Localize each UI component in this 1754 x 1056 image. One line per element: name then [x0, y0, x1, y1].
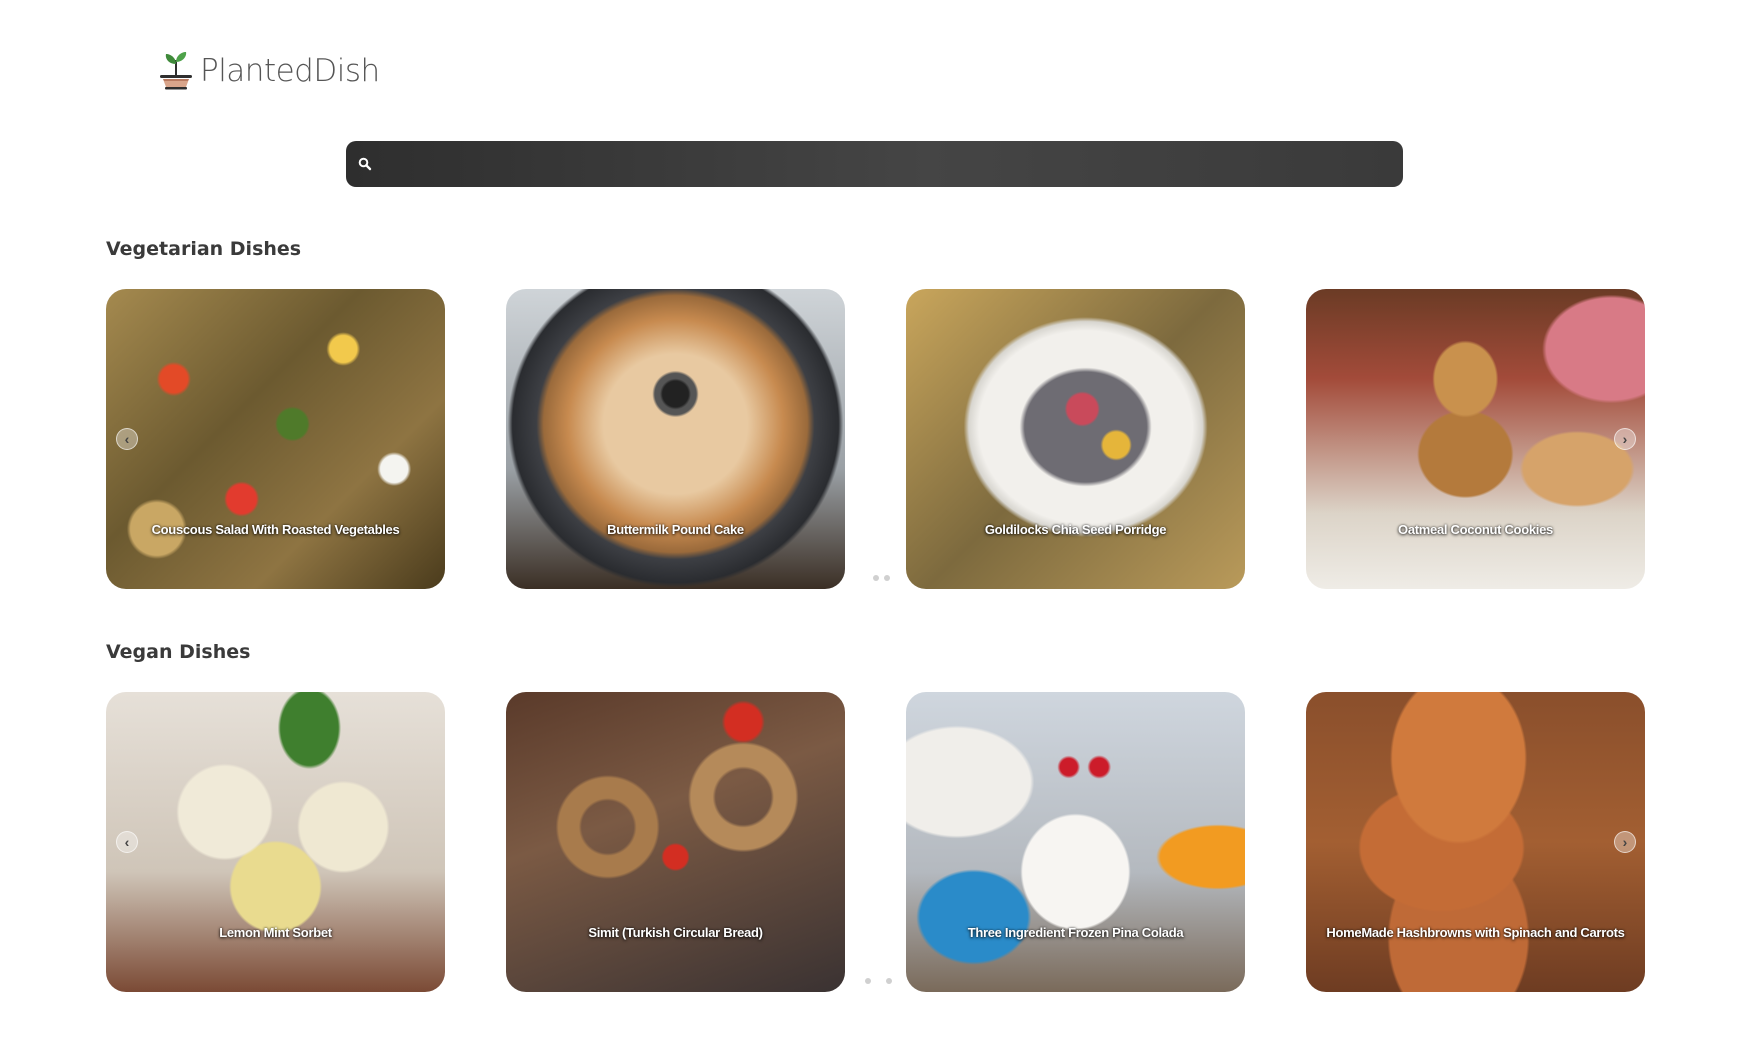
recipe-card[interactable]: Simit (Turkish Circular Bread)	[506, 692, 845, 992]
pagination-dot[interactable]	[873, 575, 879, 581]
recipe-card[interactable]: Couscous Salad With Roasted Vegetables	[106, 289, 445, 589]
recipe-card-title: Oatmeal Coconut Cookies	[1398, 522, 1553, 537]
chevron-left-icon: ‹	[124, 431, 130, 447]
pagination-dot[interactable]	[865, 978, 871, 984]
search-icon[interactable]	[358, 157, 372, 171]
carousel-next-button[interactable]: ›	[1614, 428, 1636, 450]
pagination-dot[interactable]	[884, 575, 890, 581]
plant-pot-icon	[160, 52, 192, 90]
recipe-card[interactable]: Lemon Mint Sorbet	[106, 692, 445, 992]
search-bar[interactable]	[346, 141, 1403, 187]
recipe-card[interactable]: Oatmeal Coconut Cookies	[1306, 289, 1645, 589]
recipe-card-title: Couscous Salad With Roasted Vegetables	[151, 522, 400, 537]
logo-text: PlantedDish	[200, 53, 380, 89]
carousel-next-button[interactable]: ›	[1614, 831, 1636, 853]
recipe-card[interactable]: HomeMade Hashbrowns with Spinach and Car…	[1306, 692, 1645, 992]
chevron-left-icon: ‹	[124, 834, 130, 850]
recipe-card[interactable]: Three Ingredient Frozen Pina Colada	[906, 692, 1245, 992]
carousel-vegan: Lemon Mint Sorbet Simit (Turkish Circula…	[106, 692, 1646, 992]
recipe-card[interactable]: Goldilocks Chia Seed Porridge	[906, 289, 1245, 589]
carousel-pagination	[865, 978, 892, 984]
recipe-card-title: Simit (Turkish Circular Bread)	[588, 925, 763, 940]
recipe-card-title: Lemon Mint Sorbet	[219, 925, 332, 940]
chevron-right-icon: ›	[1622, 431, 1628, 447]
carousel-vegetarian: Couscous Salad With Roasted Vegetables B…	[106, 289, 1646, 589]
section-title-vegan: Vegan Dishes	[106, 641, 251, 663]
recipe-card-title: HomeMade Hashbrowns with Spinach and Car…	[1326, 925, 1625, 940]
carousel-prev-button[interactable]: ‹	[116, 428, 138, 450]
recipe-card[interactable]: Buttermilk Pound Cake	[506, 289, 845, 589]
carousel-pagination	[873, 575, 890, 581]
chevron-right-icon: ›	[1622, 834, 1628, 850]
logo[interactable]: PlantedDish	[156, 50, 380, 92]
section-title-vegetarian: Vegetarian Dishes	[106, 238, 302, 260]
search-input[interactable]	[372, 141, 1403, 187]
recipe-card-title: Buttermilk Pound Cake	[607, 522, 744, 537]
recipe-card-title: Goldilocks Chia Seed Porridge	[984, 522, 1167, 537]
pagination-dot[interactable]	[886, 978, 892, 984]
recipe-card-title: Three Ingredient Frozen Pina Colada	[967, 925, 1184, 940]
carousel-prev-button[interactable]: ‹	[116, 831, 138, 853]
